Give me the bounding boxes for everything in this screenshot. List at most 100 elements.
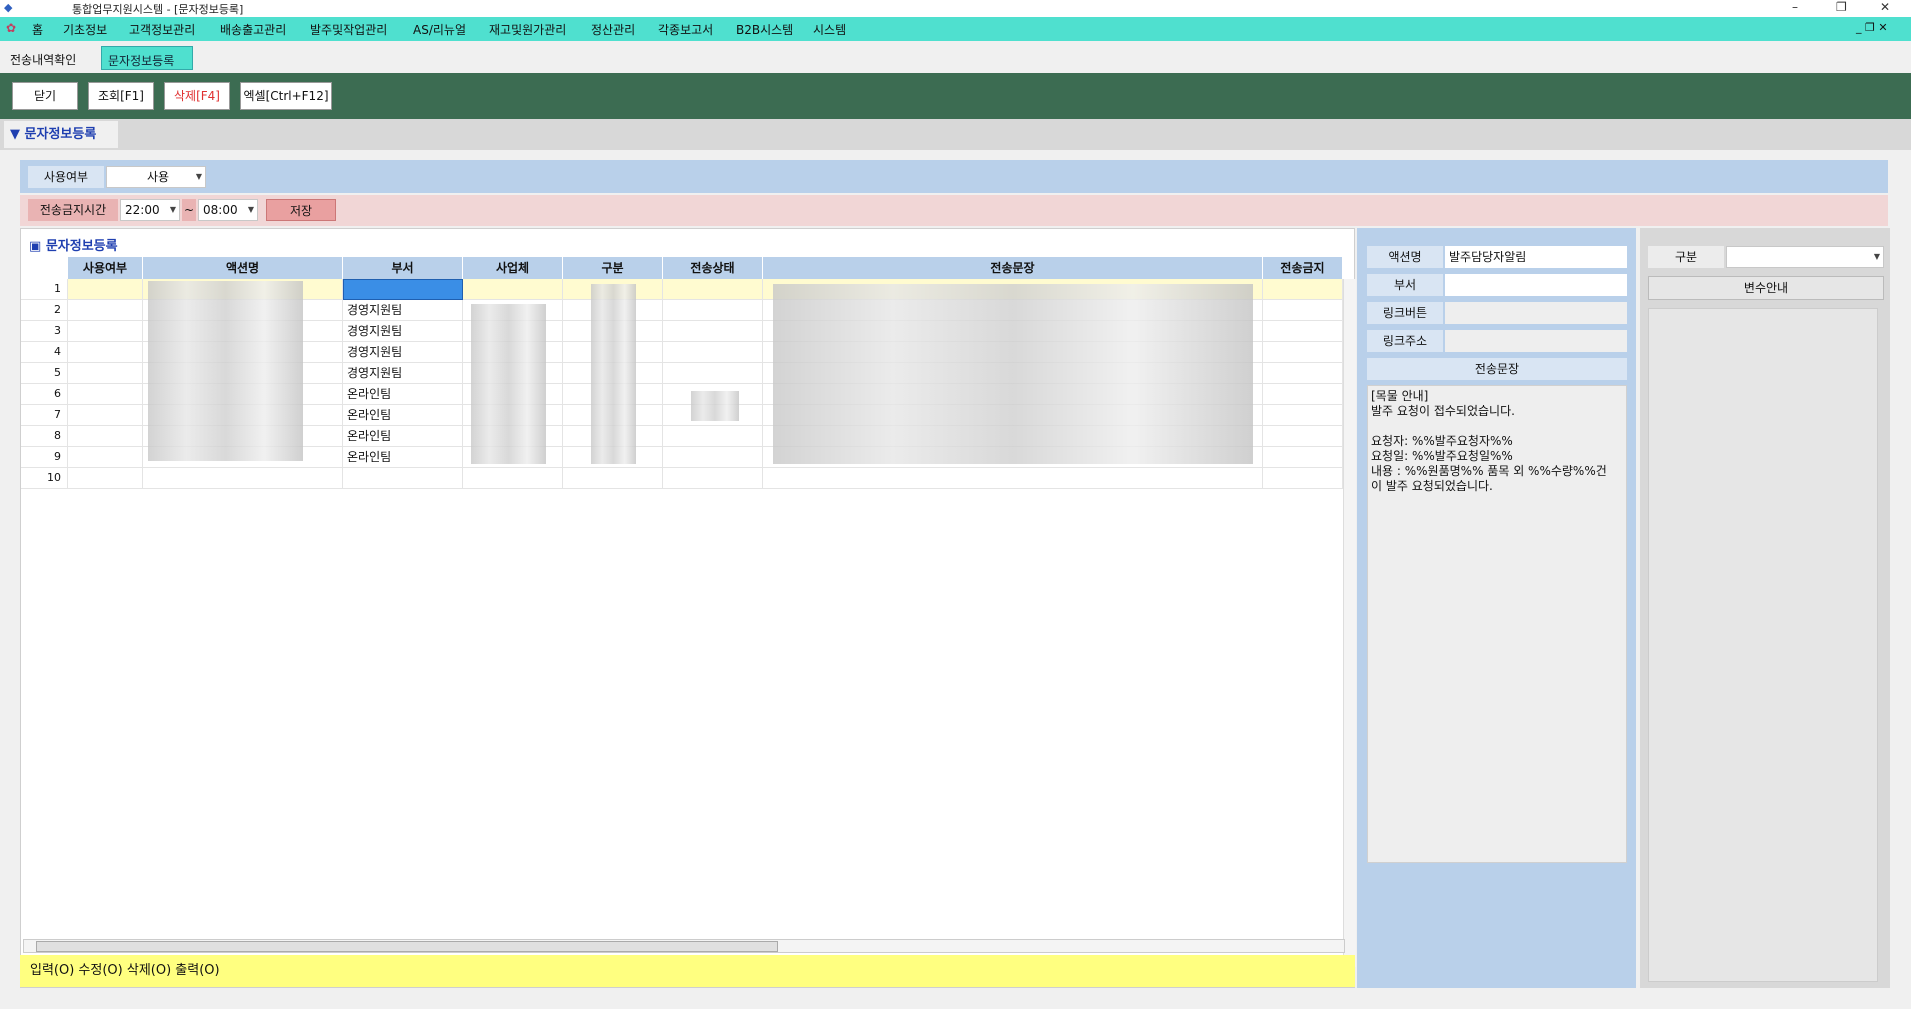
col-header-company[interactable]: 사업체 <box>463 257 563 279</box>
grid-cell[interactable] <box>343 468 463 489</box>
grid-cell[interactable] <box>463 468 563 489</box>
row-number[interactable]: 5 <box>21 363 68 384</box>
grid-cell[interactable] <box>68 363 143 384</box>
menu-b2b[interactable]: B2B시스템 <box>736 21 793 38</box>
grid-cell[interactable] <box>1263 342 1343 363</box>
grid-cell[interactable] <box>663 426 763 447</box>
restore-button[interactable]: ❐ <box>1836 0 1847 14</box>
grid-cell[interactable]: 경영지원팀 <box>343 321 463 342</box>
grid-cell[interactable] <box>1263 447 1343 468</box>
menu-as-renewal[interactable]: AS/리뉴얼 <box>413 21 466 38</box>
grid-cell[interactable] <box>68 426 143 447</box>
mdi-controls[interactable]: _ ❐ ✕ <box>1856 21 1888 34</box>
grid-cell[interactable]: 경영지원팀 <box>343 342 463 363</box>
col-header-use[interactable]: 사용여부 <box>68 257 143 279</box>
grid-cell[interactable] <box>343 279 463 300</box>
col-header-type[interactable]: 구분 <box>563 257 663 279</box>
use-select[interactable]: 사용 ▼ <box>106 166 206 188</box>
grid-cell[interactable] <box>663 468 763 489</box>
dept-field[interactable] <box>1445 274 1627 296</box>
menu-system[interactable]: 시스템 <box>813 21 846 38</box>
menu-settlement[interactable]: 정산관리 <box>591 21 635 38</box>
col-header-action[interactable]: 액션명 <box>143 257 343 279</box>
excel-button[interactable]: 엑셀[Ctrl+F12] <box>240 82 332 110</box>
message-textarea[interactable]: [목물 안내] 발주 요청이 접수되었습니다. 요청자: %%발주요청자%% 요… <box>1367 385 1627 863</box>
block-from-select[interactable]: 22:00 ▼ <box>120 199 180 221</box>
row-number[interactable]: 4 <box>21 342 68 363</box>
grid-cell[interactable] <box>68 279 143 300</box>
search-button[interactable]: 조회[F1] <box>88 82 154 110</box>
grid-cell[interactable] <box>1263 468 1343 489</box>
row-number[interactable]: 7 <box>21 405 68 426</box>
grid-cell[interactable]: 온라인팀 <box>343 405 463 426</box>
tab-send-history[interactable]: 전송내역확인 <box>4 46 94 70</box>
grid-cell[interactable] <box>68 447 143 468</box>
row-number[interactable]: 8 <box>21 426 68 447</box>
grid-cell[interactable] <box>68 342 143 363</box>
col-header-dept[interactable]: 부서 <box>343 257 463 279</box>
variable-list[interactable] <box>1648 308 1878 982</box>
row-number[interactable]: 3 <box>21 321 68 342</box>
link-button-field[interactable] <box>1445 302 1627 324</box>
menu-basic-info[interactable]: 기초정보 <box>63 21 107 38</box>
action-name-field[interactable]: 발주담당자알림 <box>1445 246 1627 268</box>
menu-customer[interactable]: 고객정보관리 <box>129 21 195 38</box>
col-header-block[interactable]: 전송금지 <box>1263 257 1343 279</box>
grid-cell[interactable] <box>68 405 143 426</box>
grid-cell[interactable] <box>563 468 663 489</box>
close-button[interactable]: 닫기 <box>12 82 78 110</box>
grid-cell[interactable]: 경영지원팀 <box>343 363 463 384</box>
variable-guide-button[interactable]: 변수안내 <box>1648 276 1884 300</box>
menu-delivery[interactable]: 배송출고관리 <box>220 21 286 38</box>
delete-button[interactable]: 삭제[F4] <box>164 82 230 110</box>
dropdown-arrow-icon: ▼ <box>1873 252 1880 261</box>
block-to-select[interactable]: 08:00 ▼ <box>198 199 258 221</box>
grid-cell[interactable] <box>1263 363 1343 384</box>
grid-cell[interactable]: 경영지원팀 <box>343 300 463 321</box>
section-tab[interactable]: ▼ 문자정보등록 <box>4 121 118 148</box>
menu-inventory[interactable]: 재고및원가관리 <box>489 21 566 38</box>
menu-order-work[interactable]: 발주및작업관리 <box>310 21 387 38</box>
grid-cell[interactable] <box>663 447 763 468</box>
grid-cell[interactable] <box>663 300 763 321</box>
col-header-message[interactable]: 전송문장 <box>763 257 1263 279</box>
grid-cell[interactable] <box>1263 279 1343 300</box>
row-number[interactable]: 9 <box>21 447 68 468</box>
close-window-button[interactable]: ✕ <box>1880 0 1890 14</box>
grid-cell[interactable]: 온라인팀 <box>343 426 463 447</box>
col-header-send-status[interactable]: 전송상태 <box>663 257 763 279</box>
grid-cell[interactable] <box>663 279 763 300</box>
row-number[interactable]: 6 <box>21 384 68 405</box>
grid-cell[interactable] <box>463 279 563 300</box>
row-number[interactable]: 2 <box>21 300 68 321</box>
tab-sms-register[interactable]: 문자정보등록 <box>101 46 193 70</box>
menu-home[interactable]: 홈 <box>32 21 43 38</box>
grid-cell[interactable] <box>1263 300 1343 321</box>
save-button[interactable]: 저장 <box>266 199 336 221</box>
grid-cell[interactable]: 온라인팀 <box>343 384 463 405</box>
link-button-label: 링크버튼 <box>1367 302 1443 324</box>
grid-cell[interactable] <box>68 321 143 342</box>
type-select[interactable]: ▼ <box>1726 246 1884 268</box>
grid-cell[interactable] <box>68 468 143 489</box>
grid-cell[interactable] <box>1263 405 1343 426</box>
grid-cell[interactable] <box>763 468 1263 489</box>
row-number[interactable]: 10 <box>21 468 68 489</box>
vertical-scrollbar[interactable] <box>1343 279 1356 967</box>
grid-cell[interactable] <box>663 363 763 384</box>
grid-cell[interactable] <box>68 300 143 321</box>
minimize-button[interactable]: – <box>1792 0 1798 14</box>
grid-cell[interactable] <box>1263 384 1343 405</box>
grid-cell[interactable] <box>1263 426 1343 447</box>
grid-cell[interactable]: 온라인팀 <box>343 447 463 468</box>
horizontal-scrollbar[interactable] <box>23 939 1345 953</box>
menu-reports[interactable]: 각종보고서 <box>658 21 713 38</box>
grid-cell[interactable] <box>1263 321 1343 342</box>
grid-cell[interactable] <box>68 384 143 405</box>
row-number[interactable]: 1 <box>21 279 68 300</box>
grid-cell[interactable] <box>663 321 763 342</box>
grid-cell[interactable] <box>663 342 763 363</box>
grid-cell[interactable] <box>143 468 343 489</box>
horizontal-scroll-thumb[interactable] <box>36 941 778 952</box>
link-url-field[interactable] <box>1445 330 1627 352</box>
